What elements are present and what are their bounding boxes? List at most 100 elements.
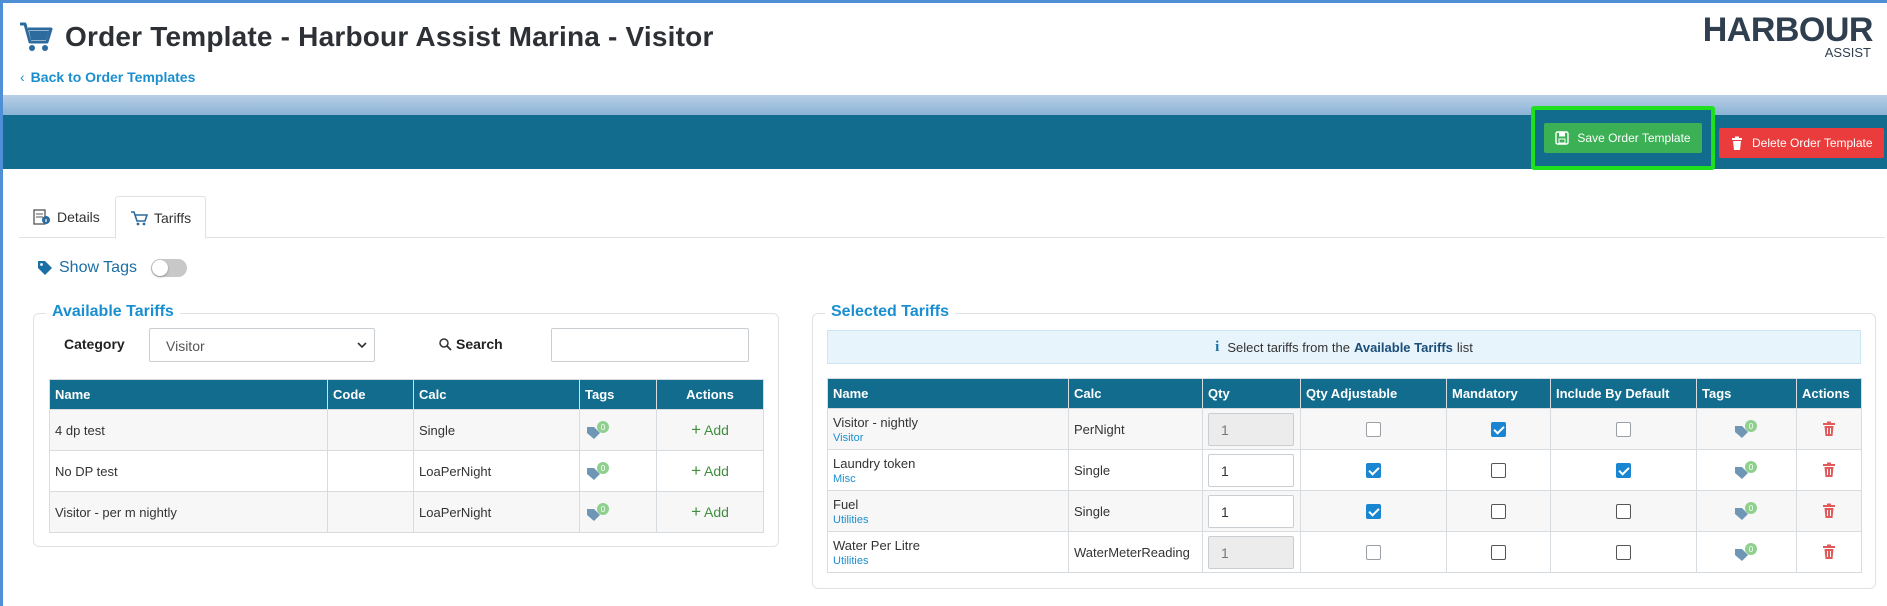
tag-count-icon[interactable]: 0 bbox=[1733, 460, 1761, 480]
tariff-code bbox=[327, 409, 414, 451]
tag-count-icon[interactable]: 0 bbox=[1733, 501, 1761, 521]
table-header-row: Name Code Calc Tags Actions bbox=[49, 379, 764, 410]
tag-count: 0 bbox=[1748, 463, 1753, 472]
table-header-row: Name Calc Qty Qty Adjustable Mandatory I… bbox=[827, 378, 1862, 409]
plus-icon: + bbox=[691, 461, 701, 480]
available-tariffs-panel: Available Tariffs Category Visitor Searc… bbox=[33, 303, 779, 547]
back-link-label: Back to Order Templates bbox=[30, 69, 196, 85]
info-prefix: Select tariffs from the bbox=[1227, 339, 1350, 355]
plus-icon: + bbox=[691, 502, 701, 521]
selected-tariffs-title: Selected Tariffs bbox=[825, 303, 955, 321]
include-by-default-checkbox[interactable] bbox=[1616, 544, 1631, 560]
include-by-default-checkbox[interactable] bbox=[1616, 503, 1631, 519]
column-header-actions: Actions bbox=[656, 379, 764, 410]
tag-count-icon[interactable]: 0 bbox=[585, 420, 613, 440]
qty-adjustable-cell bbox=[1300, 531, 1447, 573]
cart-icon bbox=[131, 210, 148, 225]
back-to-order-templates-link[interactable]: ‹ Back to Order Templates bbox=[20, 69, 195, 85]
add-label: Add bbox=[704, 463, 729, 479]
harbour-assist-logo: HARBOUR ASSIST bbox=[1703, 13, 1874, 60]
add-tariff-button[interactable]: + Add bbox=[662, 420, 758, 440]
info-banner: i Select tariffs from the Available Tari… bbox=[827, 330, 1861, 364]
category-select[interactable]: Visitor bbox=[149, 328, 375, 362]
selected-tariffs-table: Name Calc Qty Qty Adjustable Mandatory I… bbox=[827, 378, 1862, 573]
table-row: Visitor - nightly Visitor PerNight 1 0 bbox=[827, 408, 1862, 450]
include-by-default-cell bbox=[1550, 408, 1697, 450]
tag-count: 0 bbox=[1748, 545, 1753, 554]
tariff-category: Utilities bbox=[833, 513, 869, 526]
available-tariffs-table: Name Code Calc Tags Actions 4 dp test Si… bbox=[49, 379, 764, 533]
add-tariff-button[interactable]: + Add bbox=[662, 502, 758, 522]
cart-icon bbox=[20, 22, 53, 51]
mandatory-checkbox[interactable] bbox=[1491, 462, 1506, 478]
save-order-template-button[interactable]: Save Order Template bbox=[1544, 123, 1702, 153]
plus-icon: + bbox=[691, 420, 701, 439]
mandatory-checkbox[interactable] bbox=[1491, 421, 1506, 437]
tab-details[interactable]: Details bbox=[19, 196, 114, 238]
tags-cell: 0 bbox=[579, 491, 657, 533]
qty-input[interactable]: 1 bbox=[1208, 494, 1294, 528]
category-label: Category bbox=[64, 336, 125, 352]
qty-adjustable-checkbox bbox=[1366, 421, 1381, 437]
tag-count-icon[interactable]: 0 bbox=[1733, 419, 1761, 439]
table-row: No DP test LoaPerNight 0 + Add bbox=[49, 450, 764, 492]
qty-adjustable-checkbox bbox=[1366, 544, 1381, 560]
available-tariffs-title: Available Tariffs bbox=[46, 303, 180, 321]
tab-tariffs[interactable]: Tariffs bbox=[115, 196, 207, 239]
tariff-name: Visitor - per m nightly bbox=[49, 491, 328, 533]
search-input[interactable] bbox=[551, 328, 749, 362]
tag-count-icon[interactable]: 0 bbox=[585, 502, 613, 522]
delete-button-label: Delete Order Template bbox=[1752, 136, 1873, 150]
save-button-label: Save Order Template bbox=[1577, 131, 1691, 145]
table-row: 4 dp test Single 0 + Add bbox=[49, 409, 764, 451]
column-header-tags: Tags bbox=[1696, 378, 1797, 409]
column-header-qty: Qty bbox=[1202, 378, 1301, 409]
info-icon: i bbox=[1215, 338, 1220, 355]
actions-cell bbox=[1796, 408, 1862, 450]
delete-order-template-button[interactable]: Delete Order Template bbox=[1719, 128, 1884, 158]
add-tariff-button[interactable]: + Add bbox=[662, 461, 758, 481]
tariff-calc: Single bbox=[1068, 449, 1203, 491]
include-by-default-cell bbox=[1550, 449, 1697, 491]
show-tags-toggle[interactable] bbox=[150, 259, 187, 277]
tag-icon bbox=[38, 261, 52, 275]
header: Order Template - Harbour Assist Marina -… bbox=[3, 3, 1887, 95]
mandatory-cell bbox=[1446, 490, 1551, 532]
qty-adjustable-checkbox[interactable] bbox=[1366, 503, 1381, 519]
tariff-name: Visitor - nightly bbox=[833, 414, 919, 430]
title-row: Order Template - Harbour Assist Marina -… bbox=[19, 21, 714, 53]
mandatory-checkbox[interactable] bbox=[1491, 503, 1506, 519]
qty-adjustable-cell bbox=[1300, 408, 1447, 450]
qty-cell: 1 bbox=[1202, 531, 1301, 573]
tariff-category: Utilities bbox=[833, 554, 869, 567]
actions-cell: + Add bbox=[656, 491, 764, 533]
add-label: Add bbox=[704, 422, 729, 438]
chevron-down-icon bbox=[357, 342, 367, 349]
tariff-calc: WaterMeterReading bbox=[1068, 531, 1203, 573]
tag-count-icon[interactable]: 0 bbox=[1733, 542, 1761, 562]
column-header-include-by-default: Include By Default bbox=[1550, 378, 1697, 409]
column-header-calc: Calc bbox=[413, 379, 580, 410]
trash-icon[interactable] bbox=[1822, 544, 1836, 560]
mandatory-cell bbox=[1446, 531, 1551, 573]
column-header-qty-adjustable: Qty Adjustable bbox=[1300, 378, 1447, 409]
selected-tariffs-panel: Selected Tariffs i Select tariffs from t… bbox=[812, 303, 1876, 589]
trash-icon[interactable] bbox=[1822, 421, 1836, 437]
column-header-tags: Tags bbox=[579, 379, 657, 410]
trash-icon[interactable] bbox=[1822, 462, 1836, 478]
tariff-name: Fuel bbox=[833, 496, 859, 512]
qty-adjustable-checkbox[interactable] bbox=[1366, 462, 1381, 478]
include-by-default-checkbox[interactable] bbox=[1616, 462, 1631, 478]
mandatory-checkbox[interactable] bbox=[1491, 544, 1506, 560]
qty-input[interactable]: 1 bbox=[1208, 453, 1294, 487]
tag-count-icon[interactable]: 0 bbox=[585, 461, 613, 481]
column-header-name: Name bbox=[827, 378, 1069, 409]
tag-count: 0 bbox=[1748, 504, 1753, 513]
tariff-code bbox=[327, 491, 414, 533]
search-label: Search bbox=[456, 336, 503, 352]
trash-icon[interactable] bbox=[1822, 503, 1836, 519]
tag-count: 0 bbox=[1748, 422, 1753, 431]
chevron-left-icon: ‹ bbox=[20, 69, 25, 85]
mandatory-cell bbox=[1446, 449, 1551, 491]
trash-icon bbox=[1732, 136, 1742, 150]
